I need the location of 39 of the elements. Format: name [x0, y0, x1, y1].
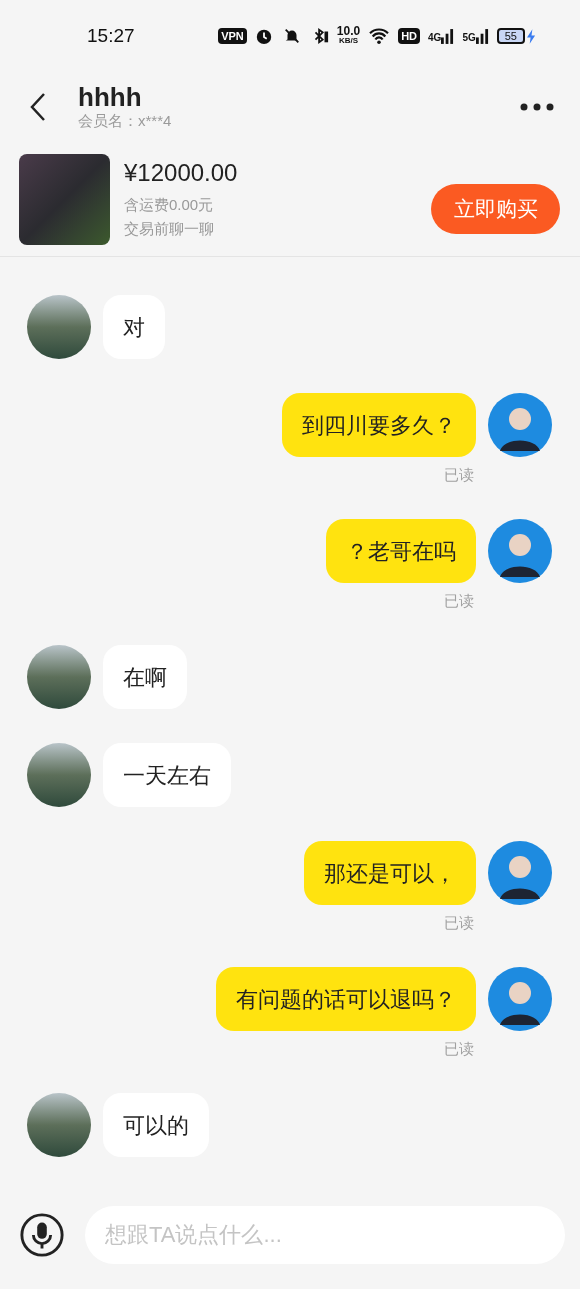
avatar-icon: [488, 967, 552, 1031]
message-bubble: 可以的: [103, 1093, 209, 1157]
network-label: 4G: [428, 31, 442, 44]
message-bubble: 那还是可以，: [304, 841, 476, 905]
message-input[interactable]: 想跟TA说点什么...: [85, 1206, 565, 1264]
read-receipt: 已读: [444, 591, 474, 611]
message-bubble: 到四川要多久？: [282, 393, 476, 457]
signal-icon: [441, 28, 455, 44]
net-speed-value: 10.0: [336, 26, 361, 36]
avatar-icon: [488, 841, 552, 905]
avatar-icon: [488, 519, 552, 583]
buy-now-button[interactable]: 立即购买: [431, 184, 560, 234]
wifi-icon: [368, 27, 391, 45]
chat-title: hhhh: [78, 83, 143, 111]
signal-icon: [475, 28, 489, 44]
battery-indicator: 55: [496, 28, 525, 44]
message-bubble: 对: [103, 295, 165, 359]
more-icon[interactable]: [520, 103, 554, 111]
message-bubble: 在啊: [103, 645, 187, 709]
status-time: 15:27: [87, 23, 135, 48]
message-bubble: 有问题的话可以退吗？: [216, 967, 476, 1031]
read-receipt: 已读: [444, 465, 474, 485]
read-receipt: 已读: [444, 913, 474, 933]
product-price: ¥12000.00: [124, 158, 238, 188]
hd-badge: HD: [398, 28, 421, 44]
alarm-icon: [254, 27, 273, 45]
net-speed-unit: KB/S: [338, 36, 359, 46]
member-name: 会员名：x***4: [78, 111, 172, 131]
avatar-icon: [488, 393, 552, 457]
chat-note: 交易前聊一聊: [124, 219, 215, 239]
charging-icon: [527, 28, 536, 44]
message-bubble: 一天左右: [103, 743, 231, 807]
message-bubble: ？老哥在吗: [326, 519, 476, 583]
shipping-text: 含运费0.00元: [124, 195, 215, 215]
vpn-badge: VPN: [218, 28, 247, 44]
microphone-icon[interactable]: [19, 1212, 65, 1258]
back-icon[interactable]: [28, 92, 48, 122]
read-receipt: 已读: [444, 1039, 474, 1059]
network-label: 5G: [462, 31, 476, 44]
